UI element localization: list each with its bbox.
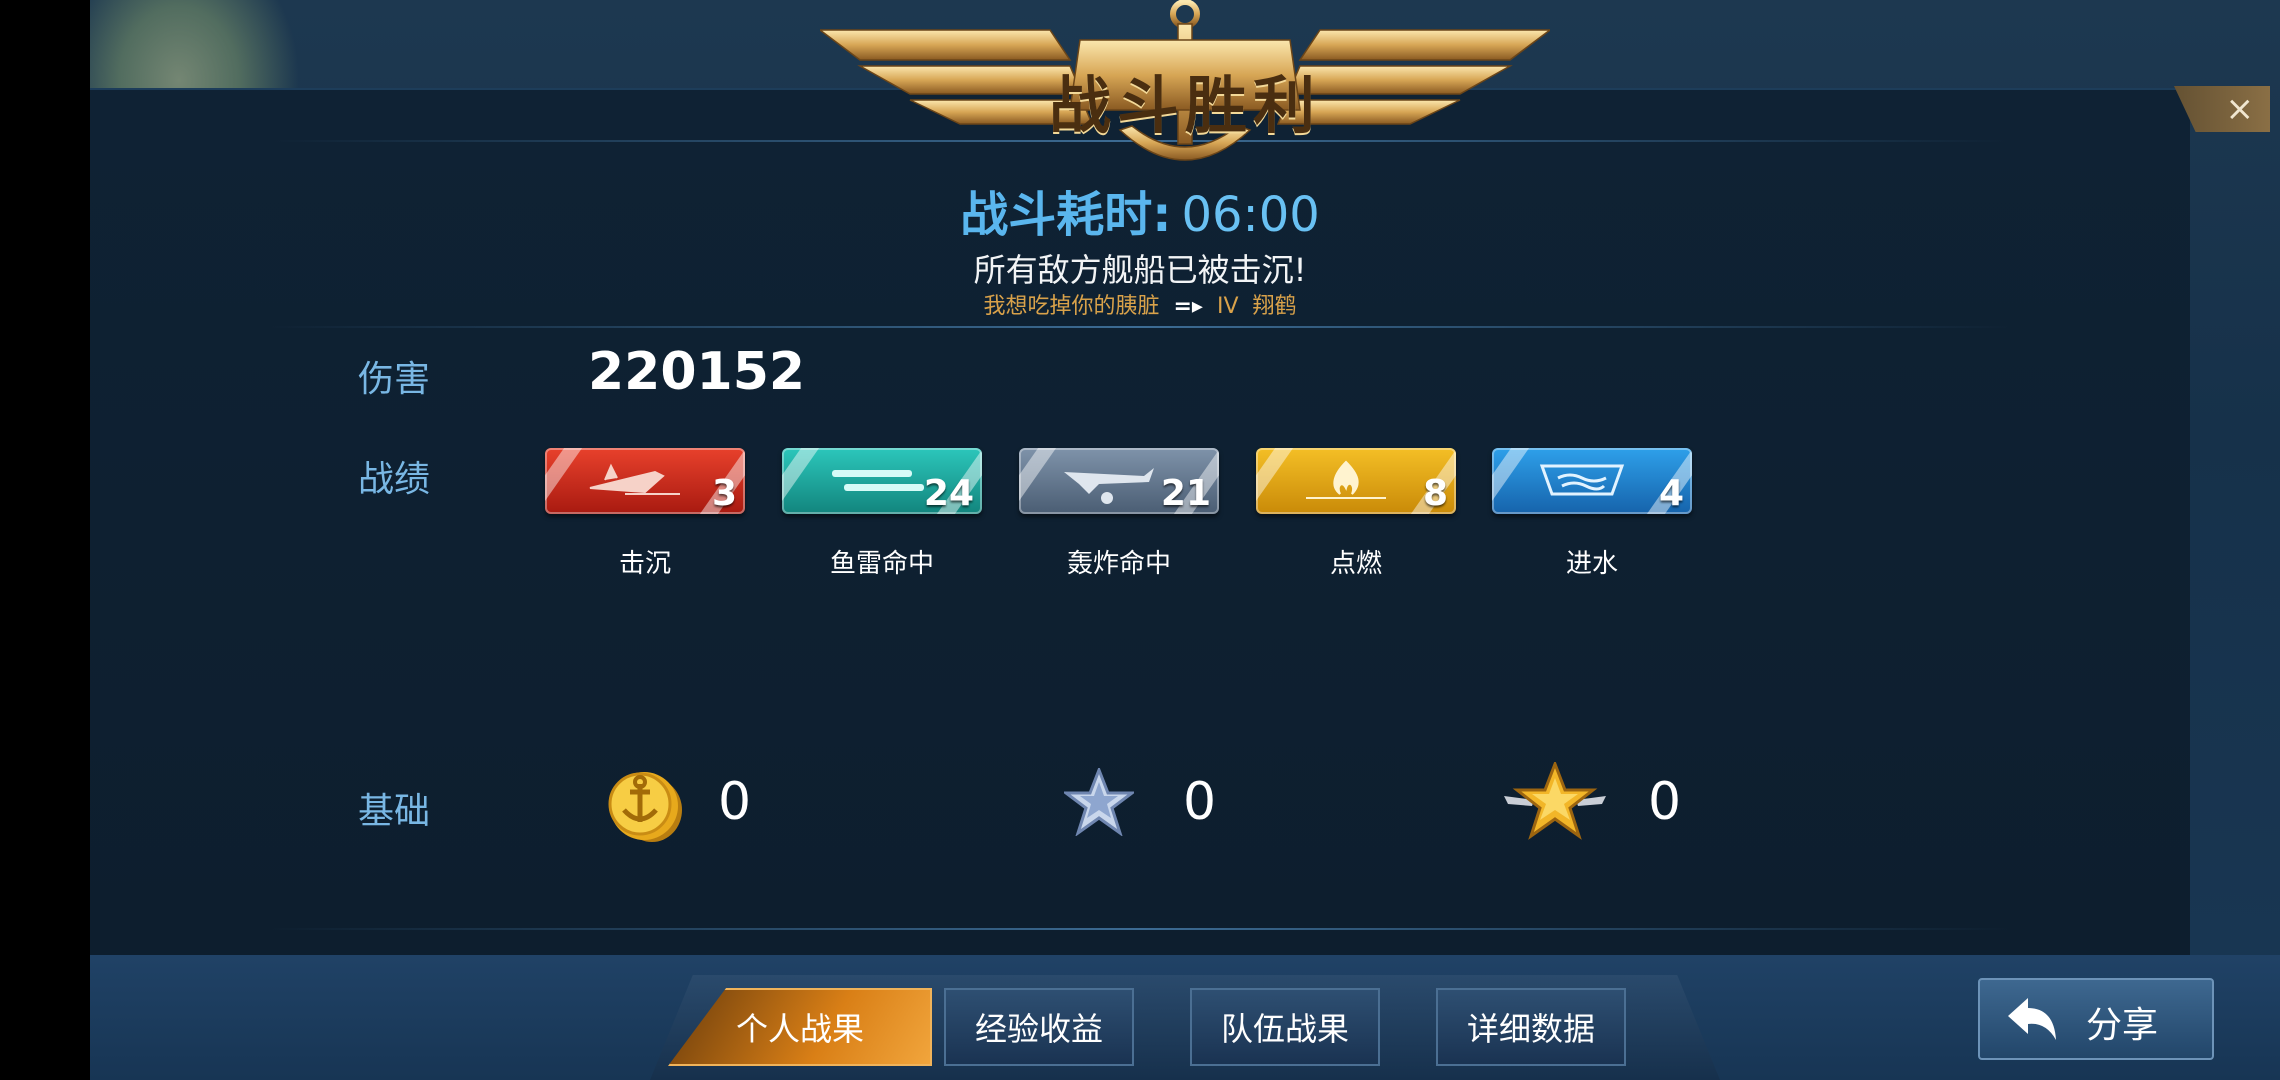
result-text: 所有敌方舰船已被击沉! [973, 251, 1307, 289]
victim-ship: 翔鹤 [1252, 294, 1297, 319]
achievement-value: 24 [923, 473, 974, 514]
battle-duration: 战斗耗时: 06:00 [0, 175, 2280, 245]
panel-divider [270, 326, 2010, 328]
base-reward-value: 0 [1183, 772, 1217, 832]
achievement-fire-badge[interactable]: 8 [1256, 448, 1456, 514]
flood-icon [1539, 464, 1625, 496]
achievement-value: 8 [1422, 473, 1448, 514]
achievement-label: 点燃 [1329, 549, 1382, 579]
silver-star-icon [1064, 768, 1134, 836]
achievement-value: 21 [1160, 473, 1211, 514]
final-kill-line: 我想吃掉你的胰脏 =▸ IV 翔鹤 [0, 288, 2280, 320]
fire-icon [1306, 460, 1386, 499]
killer-name: 我想吃掉你的胰脏 [983, 294, 1160, 319]
close-icon: × [2225, 89, 2255, 129]
tab-exp-gain[interactable]: 经验收益 [944, 988, 1134, 1066]
duration-value: 06:00 [1181, 187, 1320, 243]
achievement-sink-badge[interactable]: 3 [545, 448, 745, 514]
achievement-value: 4 [1658, 473, 1684, 514]
damage-label: 伤害 [358, 359, 431, 400]
gold-star-icon [1504, 762, 1606, 840]
share-button[interactable]: 分享 [1978, 978, 2214, 1060]
panel-divider [270, 928, 2010, 930]
tab-detail-data[interactable]: 详细数据 [1436, 988, 1626, 1066]
victim-tier: IV [1216, 294, 1239, 319]
achievement-bomb-badge[interactable]: 21 [1019, 448, 1219, 514]
damage-value: 220152 [588, 342, 806, 402]
return-arrow-icon [2008, 998, 2056, 1040]
victory-title: 战斗胜利 [1048, 69, 1321, 142]
achievement-flood-badge[interactable]: 4 [1492, 448, 1692, 514]
achievement-label: 进水 [1565, 549, 1618, 579]
record-label: 战绩 [358, 459, 431, 500]
base-reward-value: 0 [718, 772, 752, 832]
achievement-value: 3 [711, 473, 737, 514]
gold-coin-icon [608, 772, 682, 842]
bomber-icon [1064, 468, 1154, 504]
torpedo-icon [832, 470, 924, 491]
duration-label: 战斗耗时: [960, 187, 1172, 243]
share-label: 分享 [2086, 1005, 2159, 1046]
base-reward-value: 0 [1648, 772, 1682, 832]
kill-arrow-icon: =▸ [1173, 294, 1203, 319]
tab-team-result[interactable]: 队伍战果 [1190, 988, 1380, 1066]
ship-sink-icon [589, 463, 680, 495]
achievement-label: 鱼雷命中 [829, 549, 934, 579]
achievement-label: 击沉 [618, 549, 671, 579]
base-label: 基础 [358, 791, 431, 832]
achievement-torpedo-badge[interactable]: 24 [782, 448, 982, 514]
achievement-label: 轰炸命中 [1066, 549, 1171, 579]
